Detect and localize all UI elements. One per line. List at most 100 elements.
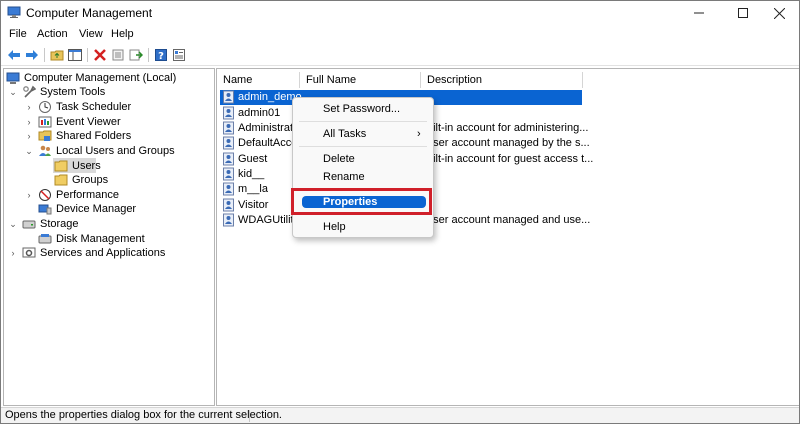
chevron-right-icon[interactable]: › xyxy=(24,100,34,114)
forward-button[interactable] xyxy=(23,46,41,64)
user-icon xyxy=(223,167,234,181)
services-apps-icon xyxy=(22,247,36,258)
user-icon xyxy=(223,152,234,166)
user-description: user account managed by the s... xyxy=(427,137,590,149)
menu-item-label: Rename xyxy=(323,171,365,183)
submenu-arrow-icon: › xyxy=(417,128,421,140)
column-header-description[interactable]: Description xyxy=(421,69,581,91)
toolbar: ? xyxy=(1,45,799,66)
event-viewer-icon xyxy=(38,116,52,128)
column-divider[interactable] xyxy=(582,72,583,88)
tree-label: Groups xyxy=(72,174,109,186)
user-icon xyxy=(223,198,234,212)
minimize-icon xyxy=(694,12,704,14)
tree-label: Services and Applications xyxy=(40,247,166,259)
system-tools-icon xyxy=(23,85,36,98)
properties-button[interactable] xyxy=(109,46,127,64)
back-arrow-icon xyxy=(8,50,20,60)
tree-label: System Tools xyxy=(40,86,106,98)
menu-bar: File Action View Help xyxy=(1,27,799,45)
user-description: uilt-in account for guest access t... xyxy=(427,153,594,165)
tree-label: Storage xyxy=(40,218,79,230)
user-icon xyxy=(223,213,234,227)
tree-label: Event Viewer xyxy=(56,116,121,128)
menu-file[interactable]: File xyxy=(9,28,27,40)
title-bar: Computer Management xyxy=(1,1,799,25)
user-icon xyxy=(223,90,234,104)
status-text: Opens the properties dialog box for the … xyxy=(5,409,282,421)
column-header-name[interactable]: Name xyxy=(217,69,297,91)
menu-view[interactable]: View xyxy=(79,28,103,40)
tree-label: Shared Folders xyxy=(56,130,132,142)
user-name: kid__ xyxy=(238,168,265,180)
maximize-button[interactable] xyxy=(723,1,763,25)
tree-label: Computer Management (Local) xyxy=(24,72,177,84)
chevron-right-icon[interactable]: › xyxy=(24,129,34,143)
menu-help[interactable]: Help xyxy=(111,28,134,40)
folder-icon xyxy=(54,160,68,172)
up-one-level-button[interactable] xyxy=(48,46,66,64)
help-button[interactable]: ? xyxy=(152,46,170,64)
delete-icon xyxy=(94,49,106,61)
chevron-right-icon[interactable]: › xyxy=(8,246,18,260)
user-icon xyxy=(223,182,234,196)
folder-icon xyxy=(54,174,68,186)
clock-icon xyxy=(39,101,51,113)
close-button[interactable] xyxy=(759,1,799,25)
back-button[interactable] xyxy=(5,46,23,64)
menu-item-label: Help xyxy=(323,221,346,233)
export-icon xyxy=(129,49,143,61)
snapin-button[interactable] xyxy=(170,46,188,64)
menu-item-label: Delete xyxy=(323,153,355,165)
user-icon xyxy=(223,106,234,120)
chevron-down-icon[interactable]: ⌄ xyxy=(24,144,34,158)
help-icon: ? xyxy=(155,49,167,61)
tree-label: Device Manager xyxy=(56,203,137,215)
menu-item-all-tasks[interactable]: All Tasks › xyxy=(293,125,433,143)
svg-text:?: ? xyxy=(158,51,164,61)
chevron-down-icon[interactable]: ⌄ xyxy=(8,85,18,99)
column-header-full-name[interactable]: Full Name xyxy=(300,69,420,91)
tree-label: Disk Management xyxy=(56,233,145,245)
computer-management-app-icon xyxy=(7,6,21,18)
chevron-right-icon[interactable]: › xyxy=(24,115,34,129)
computer-management-window: Computer Management File Action View Hel… xyxy=(0,0,800,424)
context-menu: Set Password... All Tasks › Delete Renam… xyxy=(292,97,434,238)
menu-action[interactable]: Action xyxy=(37,28,68,40)
properties-icon xyxy=(112,49,124,61)
menu-item-label: All Tasks xyxy=(323,128,367,140)
menu-item-help[interactable]: Help xyxy=(293,218,433,236)
chevron-down-icon[interactable]: ⌄ xyxy=(8,217,18,231)
show-hide-tree-icon xyxy=(68,49,82,61)
user-name: Guest xyxy=(238,153,268,165)
menu-item-rename[interactable]: Rename xyxy=(293,168,433,186)
status-bar: Opens the properties dialog box for the … xyxy=(1,407,799,423)
users-groups-icon xyxy=(39,145,51,156)
shared-folder-icon xyxy=(38,130,52,141)
user-icon xyxy=(223,136,234,150)
export-list-button[interactable] xyxy=(127,46,145,64)
menu-item-label: Set Password... xyxy=(323,103,401,115)
status-separator xyxy=(249,410,250,422)
user-description: user account managed and use... xyxy=(427,214,591,226)
window-title: Computer Management xyxy=(26,6,153,20)
user-name: m__la xyxy=(238,183,268,195)
forward-arrow-icon xyxy=(26,50,38,60)
tree-label: Local Users and Groups xyxy=(56,145,175,157)
delete-button[interactable] xyxy=(91,46,109,64)
up-folder-icon xyxy=(50,50,64,61)
menu-item-delete[interactable]: Delete xyxy=(293,150,433,168)
minimize-button[interactable] xyxy=(679,1,719,25)
toolbar-separator xyxy=(87,48,88,62)
maximize-icon xyxy=(738,8,748,18)
disk-management-icon xyxy=(38,234,52,244)
menu-item-set-password[interactable]: Set Password... xyxy=(293,100,433,118)
show-hide-console-tree-button[interactable] xyxy=(66,46,84,64)
menu-separator xyxy=(299,146,427,147)
performance-icon xyxy=(39,189,51,201)
tree-label: Users xyxy=(72,160,101,172)
user-name: Administrato xyxy=(238,122,300,134)
computer-management-icon xyxy=(6,72,20,84)
chevron-right-icon[interactable]: › xyxy=(24,188,34,202)
toolbar-separator xyxy=(44,48,45,62)
